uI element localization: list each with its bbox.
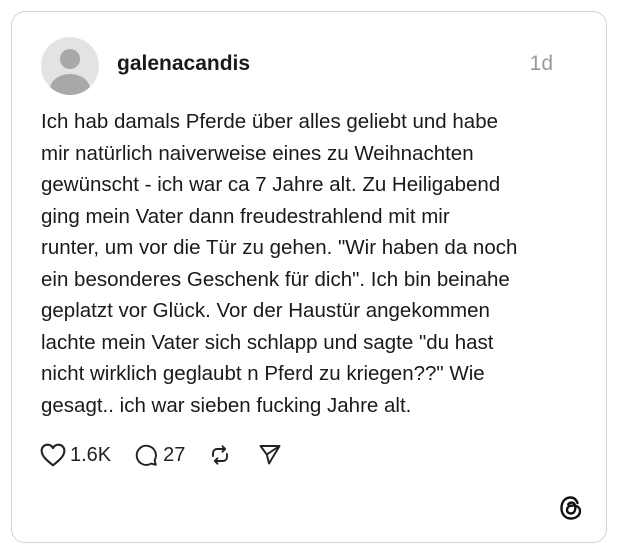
repost-icon (212, 445, 229, 465)
username[interactable]: galenacandis (117, 52, 250, 76)
repost-button[interactable] (207, 443, 233, 467)
action-bar: 1.6K 27 (40, 442, 283, 468)
avatar[interactable] (41, 37, 99, 95)
post-timestamp: 1d (529, 52, 553, 75)
default-avatar-icon (50, 49, 90, 95)
post-text: Ich hab damals Pferde über alles geliebt… (41, 110, 518, 417)
share-button[interactable] (257, 443, 283, 467)
heart-icon (40, 443, 66, 467)
like-button[interactable]: 1.6K (40, 443, 111, 467)
post-card: galenacandis 1d Ich hab damals Pferde üb… (11, 11, 607, 543)
reply-button[interactable]: 27 (133, 443, 185, 467)
comment-bubble-icon (135, 444, 158, 466)
send-icon (259, 445, 281, 465)
like-count: 1.6K (70, 443, 112, 466)
reply-count: 27 (163, 443, 186, 466)
threads-logo-icon (557, 494, 585, 522)
